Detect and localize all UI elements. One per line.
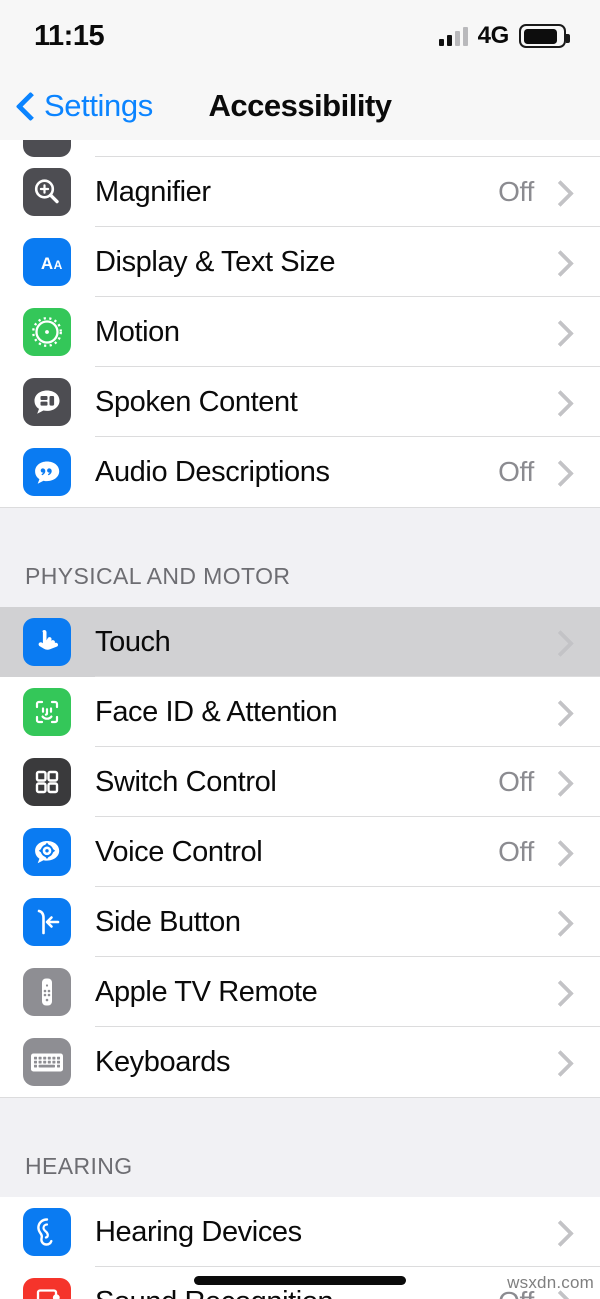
list-item-display-text-size[interactable]: A A Display & Text Size xyxy=(0,227,600,297)
spoken-content-icon xyxy=(23,378,71,426)
section-header-hearing: HEARING xyxy=(0,1097,600,1197)
face-id-icon xyxy=(23,688,71,736)
chevron-right-icon xyxy=(548,385,582,419)
chevron-right-icon xyxy=(548,695,582,729)
keyboard-icon xyxy=(23,1038,71,1086)
list-item-value: Off xyxy=(498,456,534,487)
list-item-value: Off xyxy=(498,176,534,207)
chevron-right-icon xyxy=(548,765,582,799)
iphone-screen: 11:15 4G Settings Accessibility Magnifie… xyxy=(0,0,600,1299)
display-text-size-icon: A A xyxy=(23,238,71,286)
list-item-label: Motion xyxy=(95,315,180,348)
ear-icon xyxy=(23,1208,71,1256)
list-item-label: Hearing Devices xyxy=(95,1215,302,1248)
back-button-label: Settings xyxy=(44,88,153,123)
chevron-right-icon xyxy=(548,975,582,1009)
list-item-label: Audio Descriptions xyxy=(95,455,330,488)
list-item-label: Display & Text Size xyxy=(95,245,336,278)
list-item-value: Off xyxy=(498,766,534,797)
list-item-apple-tv-remote[interactable]: Apple TV Remote xyxy=(0,957,600,1027)
watermark: wsxdn.com xyxy=(507,1273,594,1292)
list-item-touch[interactable]: Touch xyxy=(0,607,600,677)
list-item-label: Magnifier xyxy=(95,175,211,208)
list-item-label: Sound Recognition xyxy=(95,1286,498,1299)
magnifier-icon xyxy=(23,168,71,216)
svg-text:A: A xyxy=(54,258,63,272)
list-item-label: Keyboards xyxy=(95,1045,231,1078)
list-item-label: Voice Control xyxy=(95,835,263,868)
audio-descriptions-icon xyxy=(23,448,71,496)
touch-hand-icon xyxy=(23,618,71,666)
motion-icon xyxy=(23,308,71,356)
status-time: 11:15 xyxy=(34,19,105,52)
settings-list[interactable]: Magnifier Off A A Display & Text Size Mo… xyxy=(0,140,600,1299)
section-title: HEARING xyxy=(25,1153,133,1179)
back-button[interactable]: Settings xyxy=(0,88,153,124)
zoom-icon xyxy=(23,140,71,157)
list-item-hearing-devices[interactable]: Hearing Devices xyxy=(0,1197,600,1267)
list-item-label: Face ID & Attention xyxy=(95,695,338,728)
list-item-label: Apple TV Remote xyxy=(95,975,318,1008)
list-item-voice-control[interactable]: Voice Control Off xyxy=(0,817,600,887)
chevron-right-icon xyxy=(548,175,582,209)
chevron-right-icon xyxy=(548,905,582,939)
home-indicator[interactable] xyxy=(194,1276,406,1285)
partial-row-above xyxy=(0,140,600,157)
network-type-label: 4G xyxy=(477,22,510,49)
list-item-label: Spoken Content xyxy=(95,385,298,418)
chevron-right-icon xyxy=(548,835,582,869)
list-item-switch-control[interactable]: Switch Control Off xyxy=(0,747,600,817)
chevron-left-icon xyxy=(14,89,36,123)
sound-recognition-icon xyxy=(23,1278,71,1299)
list-item-label: Side Button xyxy=(95,905,241,938)
status-bar: 11:15 4G xyxy=(0,0,600,72)
section-title: PHYSICAL AND MOTOR xyxy=(25,563,291,589)
navigation-bar: Settings Accessibility xyxy=(0,72,600,140)
list-item-motion[interactable]: Motion xyxy=(0,297,600,367)
switch-control-icon xyxy=(23,758,71,806)
list-item-value: Off xyxy=(498,836,534,867)
chevron-right-icon xyxy=(548,245,582,279)
chevron-right-icon xyxy=(548,625,582,659)
section-header-physical-and-motor: PHYSICAL AND MOTOR xyxy=(0,507,600,607)
chevron-right-icon xyxy=(548,455,582,489)
apple-tv-remote-icon xyxy=(23,968,71,1016)
list-item-label: Switch Control xyxy=(95,765,277,798)
list-item-audio-descriptions[interactable]: Audio Descriptions Off xyxy=(0,437,600,507)
chevron-right-icon xyxy=(548,315,582,349)
chevron-right-icon xyxy=(548,1215,582,1249)
list-item-spoken-content[interactable]: Spoken Content xyxy=(0,367,600,437)
list-item-side-button[interactable]: Side Button xyxy=(0,887,600,957)
status-indicators: 4G xyxy=(438,22,570,50)
list-item-keyboards[interactable]: Keyboards xyxy=(0,1027,600,1097)
side-button-icon xyxy=(23,898,71,946)
battery-icon xyxy=(519,24,570,48)
list-item-label: Touch xyxy=(95,625,171,658)
cellular-signal-icon xyxy=(438,26,468,46)
voice-control-icon xyxy=(23,828,71,876)
list-item-face-id-attention[interactable]: Face ID & Attention xyxy=(0,677,600,747)
svg-text:A: A xyxy=(41,254,53,273)
list-item-magnifier[interactable]: Magnifier Off xyxy=(0,157,600,227)
chevron-right-icon xyxy=(548,1045,582,1079)
